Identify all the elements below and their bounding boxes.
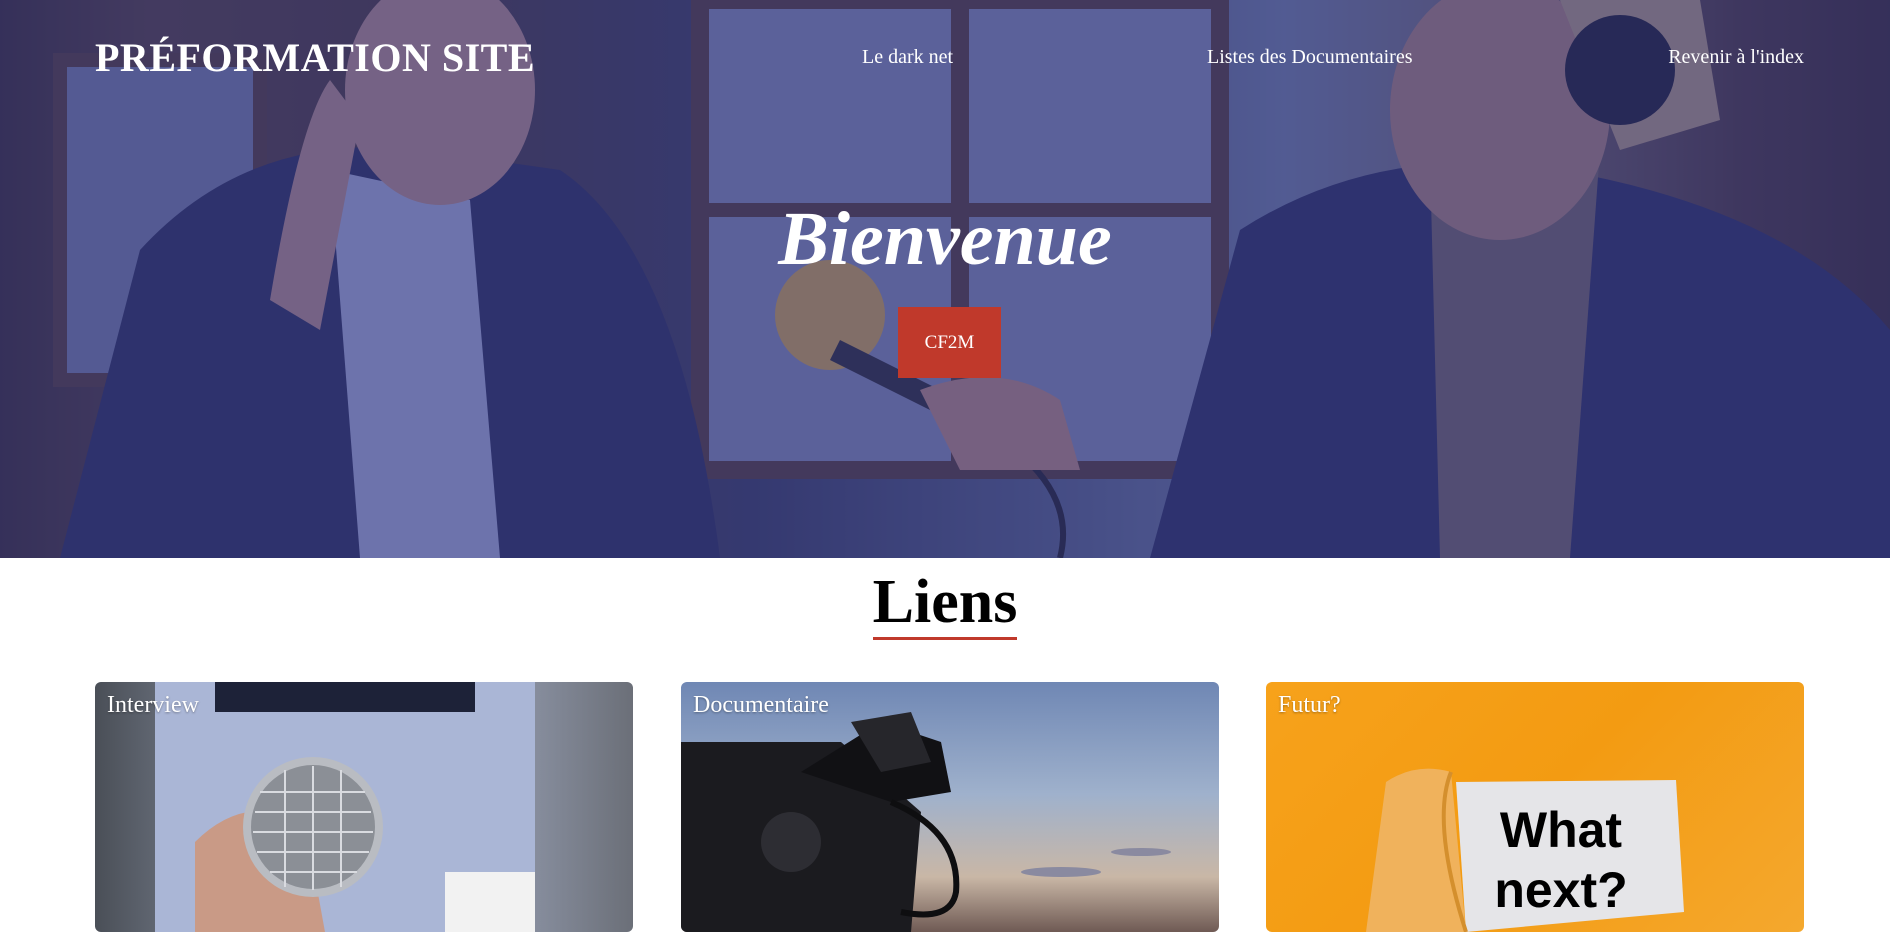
links-section-title-text: Liens <box>872 569 1018 641</box>
site-brand-link[interactable]: PRÉFORMATION SITE <box>95 34 535 81</box>
svg-text:next?: next? <box>1494 862 1627 918</box>
microphone-image <box>155 682 535 932</box>
top-navigation: PRÉFORMATION SITE Le dark net Listes des… <box>0 0 1890 120</box>
hero-title: Bienvenue <box>778 197 1112 281</box>
hero-banner: PRÉFORMATION SITE Le dark net Listes des… <box>0 0 1890 558</box>
card-interview-label: Interview <box>107 692 199 718</box>
cf2m-button[interactable]: CF2M <box>898 307 1001 378</box>
links-section-title: Liens <box>0 569 1890 641</box>
nav-link-dark-net[interactable]: Le dark net <box>862 46 953 69</box>
card-futur-label: Futur? <box>1278 692 1341 718</box>
nav-link-index[interactable]: Revenir à l'index <box>1668 46 1804 69</box>
svg-text:What: What <box>1500 802 1623 858</box>
card-futur[interactable]: What next? Futur? <box>1266 682 1804 932</box>
card-documentaire-label: Documentaire <box>693 692 829 718</box>
nav-link-documentaires[interactable]: Listes des Documentaires <box>1207 46 1413 69</box>
card-interview[interactable]: Interview <box>95 682 633 932</box>
card-documentaire[interactable]: Documentaire <box>681 682 1219 932</box>
what-next-image: What next? <box>1366 768 1684 932</box>
video-camera-image <box>681 712 1171 932</box>
